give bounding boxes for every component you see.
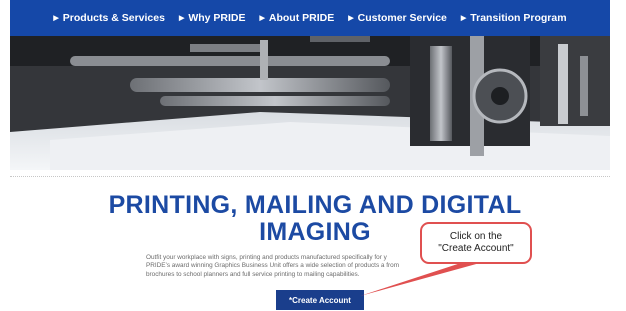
nav-item-label: Transition Program (470, 12, 567, 24)
instruction-callout: Click on the "Create Account" (420, 222, 532, 264)
triangle-right-icon: ▶ (460, 15, 467, 22)
nav-item-label: Customer Service (357, 12, 447, 24)
triangle-right-icon: ▶ (348, 15, 354, 22)
triangle-right-icon: ▶ (178, 15, 185, 22)
create-account-button[interactable]: *Create Account (276, 290, 364, 310)
callout-line: "Create Account" (438, 243, 514, 254)
callout-line: Click on the (449, 231, 503, 242)
nav-item-products-services[interactable]: ▶ Products & Services (53, 12, 165, 24)
page-title-line: PRINTING, MAILING AND DIGITAL (108, 191, 522, 219)
divider (10, 176, 610, 177)
triangle-right-icon: ▶ (53, 15, 59, 22)
top-navigation: ▶ Products & Services ▶ Why PRIDE ▶ Abou… (10, 0, 610, 36)
nav-item-label: About PRIDE (268, 12, 335, 24)
nav-item-customer-service[interactable]: ▶ Customer Service (348, 12, 447, 24)
triangle-right-icon: ▶ (259, 15, 265, 22)
nav-item-why-pride[interactable]: ▶ Why PRIDE (179, 12, 246, 24)
hero-image (10, 36, 610, 170)
printing-press-illustration (10, 36, 610, 170)
nav-item-label: Why PRIDE (188, 12, 246, 24)
nav-item-label: Products & Services (62, 12, 165, 24)
intro-line: brochures to school planners and full se… (146, 270, 360, 278)
nav-item-about-pride[interactable]: ▶ About PRIDE (260, 12, 335, 24)
nav-item-transition-program[interactable]: ▶ Transition Program (461, 12, 567, 24)
